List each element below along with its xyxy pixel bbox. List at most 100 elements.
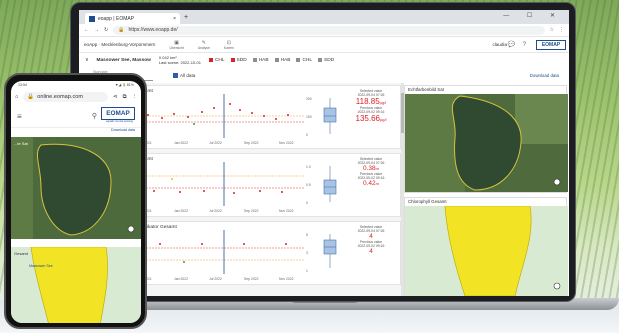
stats-panel: Selected value 2022-09-04 07:26 0.38m Pr…	[346, 157, 396, 187]
nav-item-overview[interactable]: ▣ Übersicht	[170, 40, 184, 50]
place-label: Massower See	[29, 264, 53, 268]
boxplot	[323, 234, 337, 268]
app-header: eoApp · Mecklenburg-Vorpommern ▣ Übersich…	[79, 37, 569, 53]
x-tick: Jan 2022	[174, 141, 188, 145]
phone-satellite-map[interactable]: ...te Sat	[11, 137, 141, 239]
map-layer-label: ...te Sat	[14, 141, 29, 146]
map-layer-label: Gesamt	[14, 251, 29, 256]
y-tick: 0	[306, 201, 308, 205]
hamburger-menu-icon[interactable]: ≡	[17, 112, 22, 121]
window-controls[interactable]: — ☐ ✕	[503, 12, 563, 19]
collapse-icon[interactable]: ∨	[85, 58, 89, 63]
x-tick: Nov 2022	[279, 277, 294, 281]
phone-screen: 13:54 ▼◢ 🔋81% ⌂ 🔒 online.eomap.com ⋖ ⧉ ⋮…	[11, 81, 141, 323]
tabs-icon[interactable]: ⧉	[123, 94, 127, 101]
brand-tagline: aquatic remote sensing	[106, 120, 133, 123]
home-icon[interactable]: ⌂	[15, 94, 18, 100]
phone-download-link[interactable]: Download data	[11, 128, 141, 137]
chlorophyll-map-card: Chlorophyll Gesamt	[404, 197, 568, 296]
phone-time: 13:54	[18, 83, 27, 87]
x-tick: Jul 2022	[209, 277, 222, 281]
legend-item[interactable]: HAB	[252, 58, 269, 63]
address-bar[interactable]: 🔒 https://www.eoapp.de/	[113, 25, 545, 35]
tab-close-icon[interactable]: ×	[173, 16, 176, 22]
new-tab-button[interactable]: +	[184, 14, 188, 21]
legend-item[interactable]: CHL	[208, 58, 225, 63]
phone-status-bar: 13:54 ▼◢ 🔋81%	[11, 81, 141, 90]
x-tick: Jul 2022	[209, 141, 222, 145]
parameter-legend: CHL SDD HAB HAB CHL SDD	[208, 58, 334, 63]
map-info-icon	[553, 282, 561, 290]
x-tick: Jan 2022	[174, 277, 188, 281]
satellite-map-card: Echtfarbenbild Sat	[404, 85, 568, 193]
browser-toolbar: ← → ↻ 🔒 https://www.eoapp.de/ ☆ ⋮	[79, 24, 569, 37]
legend-item[interactable]: SDD	[318, 58, 334, 63]
phone-app-header: ≡ ⚲ EOMAP aquatic remote sensing	[11, 104, 141, 128]
user-icon[interactable]: ⚲	[92, 112, 97, 120]
phone-chlorophyll-map[interactable]: Gesamt Massower See	[11, 246, 141, 323]
boxplot	[323, 166, 337, 202]
y-tick: 1	[306, 269, 308, 273]
selected-value: 118.85µg/l	[355, 97, 387, 106]
phone-status-icons: ▼◢ 🔋81%	[115, 83, 134, 87]
boxplot	[323, 98, 337, 134]
legend-swatch	[230, 58, 235, 62]
y-tick: 200	[306, 97, 312, 101]
nav-item-maps[interactable]: ⊡ Karten	[224, 40, 234, 50]
lock-icon: 🔒	[27, 94, 35, 100]
previous-value: 0.42m	[363, 180, 379, 187]
legend-item[interactable]: HAB	[274, 58, 290, 63]
x-tick: Jul 2022	[209, 209, 222, 213]
lock-icon: 🔒	[118, 27, 125, 33]
legend-item[interactable]: SDD	[230, 58, 247, 63]
phone-browser-bar: ⌂ 🔒 online.eomap.com ⋖ ⧉ ⋮	[11, 90, 141, 104]
filter-row: Startdate 2021-03-07 All data Download d…	[79, 67, 569, 83]
legend-swatch	[208, 58, 213, 62]
previous-value: 135.66µg/l	[355, 114, 387, 123]
smartphone: 13:54 ▼◢ 🔋81% ⌂ 🔒 online.eomap.com ⋖ ⧉ ⋮…	[4, 73, 147, 329]
eomap-favicon-icon	[89, 15, 95, 22]
x-tick: Nov 2022	[279, 209, 294, 213]
back-icon[interactable]: ←	[84, 27, 89, 33]
map-layer-select[interactable]: Echtfarbenbild Sat	[405, 86, 566, 94]
url-text: https://www.eoapp.de/	[128, 27, 178, 33]
y-tick: 5	[306, 233, 308, 237]
menu-kebab-icon[interactable]: ⋮	[132, 94, 138, 100]
forward-icon[interactable]: →	[94, 27, 99, 33]
laptop-screen: eoapp | EOMAP × + — ☐ ✕ ← → ↻ 🔒 https://…	[79, 10, 569, 296]
satellite-map[interactable]	[405, 94, 568, 192]
y-tick: 0	[306, 133, 308, 137]
lake-info-row: ∨ Massower See, Massow 0.042 km² Last sc…	[79, 53, 569, 67]
eomap-logo: EOMAP	[101, 107, 135, 120]
help-icon[interactable]: 💬 ?	[508, 41, 529, 48]
map-layer-select[interactable]: Chlorophyll Gesamt	[405, 198, 566, 206]
chlorophyll-map[interactable]	[405, 205, 568, 296]
nav-item-analysis[interactable]: ✎ Analyse	[198, 40, 210, 50]
region-title: eoApp · Mecklenburg-Vorpommern	[84, 42, 156, 47]
x-tick: Jan 2022	[174, 209, 188, 213]
legend-swatch	[296, 58, 301, 62]
star-icon[interactable]: ☆	[550, 27, 554, 33]
map-panel: Echtfarbenbild Sat Chlorophyll Gesamt	[404, 83, 568, 296]
all-data-checkbox[interactable]: All data	[173, 72, 195, 78]
checkbox-icon	[173, 72, 178, 78]
share-icon[interactable]: ⋖	[113, 94, 118, 100]
x-tick: Sep 2022	[244, 277, 259, 281]
lake-name: Massower See, Massow	[96, 57, 151, 63]
y-tick: 1.0	[306, 165, 311, 169]
stats-panel: Selected value 2022-09-04 07:26 4 Previo…	[346, 225, 396, 255]
browser-tab[interactable]: eoapp | EOMAP ×	[85, 13, 180, 24]
y-tick: 0.5	[306, 183, 311, 187]
selected-value: 0.38m	[363, 165, 379, 172]
map-info-icon	[553, 178, 561, 186]
phone-address-bar[interactable]: 🔒 online.eomap.com	[23, 92, 108, 102]
previous-value: 4	[369, 248, 373, 255]
reload-icon[interactable]: ↻	[104, 27, 108, 33]
eomap-logo: EOMAP	[536, 40, 566, 50]
user-name[interactable]: claudia	[492, 42, 507, 47]
x-tick: Nov 2022	[279, 141, 294, 145]
legend-item[interactable]: CHL	[296, 58, 312, 63]
menu-kebab-icon[interactable]: ⋮	[559, 27, 564, 33]
download-data-link[interactable]: Download data	[530, 73, 559, 78]
map-info-icon	[127, 225, 135, 233]
